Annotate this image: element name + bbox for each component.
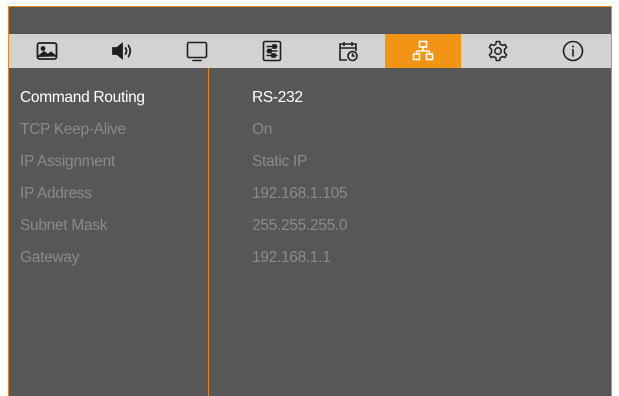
display-icon (186, 41, 208, 62)
info-icon (563, 40, 584, 62)
sliders-icon (263, 40, 282, 62)
setting-value-command-routing[interactable]: RS-232 (209, 82, 611, 114)
tab-audio[interactable] (84, 34, 159, 68)
setting-value-gateway[interactable]: 192.168.1.1 (209, 242, 611, 274)
tab-settings[interactable] (461, 34, 536, 68)
setting-value-tcp-keep-alive[interactable]: On (209, 114, 611, 146)
tab-display[interactable] (160, 34, 235, 68)
tab-schedule[interactable] (310, 34, 385, 68)
setting-label-command-routing[interactable]: Command Routing (9, 82, 208, 114)
schedule-icon (338, 42, 358, 62)
setting-label-ip-address[interactable]: IP Address (9, 178, 208, 210)
setting-values-column: RS-232 On Static IP 192.168.1.105 255.25… (209, 68, 611, 396)
network-icon (412, 40, 434, 61)
settings-gear-icon (488, 40, 508, 62)
setting-labels-column: Command Routing TCP Keep-Alive IP Assign… (9, 68, 209, 396)
setting-label-subnet-mask[interactable]: Subnet Mask (9, 210, 208, 242)
speaker-icon (111, 42, 132, 60)
setting-label-ip-assignment[interactable]: IP Assignment (9, 146, 208, 178)
setting-value-ip-assignment[interactable]: Static IP (209, 146, 611, 178)
menu-tab-bar (9, 34, 611, 68)
setting-value-subnet-mask[interactable]: 255.255.255.0 (209, 210, 611, 242)
setting-label-gateway[interactable]: Gateway (9, 242, 208, 274)
setting-label-tcp-keep-alive[interactable]: TCP Keep-Alive (9, 114, 208, 146)
osd-menu-screen: Command Routing TCP Keep-Alive IP Assign… (8, 6, 612, 396)
image-icon (36, 42, 58, 60)
setting-value-ip-address[interactable]: 192.168.1.105 (209, 178, 611, 210)
tab-network[interactable] (385, 34, 461, 68)
tab-information[interactable] (536, 34, 611, 68)
tab-adjustments[interactable] (235, 34, 310, 68)
tab-picture[interactable] (9, 34, 84, 68)
